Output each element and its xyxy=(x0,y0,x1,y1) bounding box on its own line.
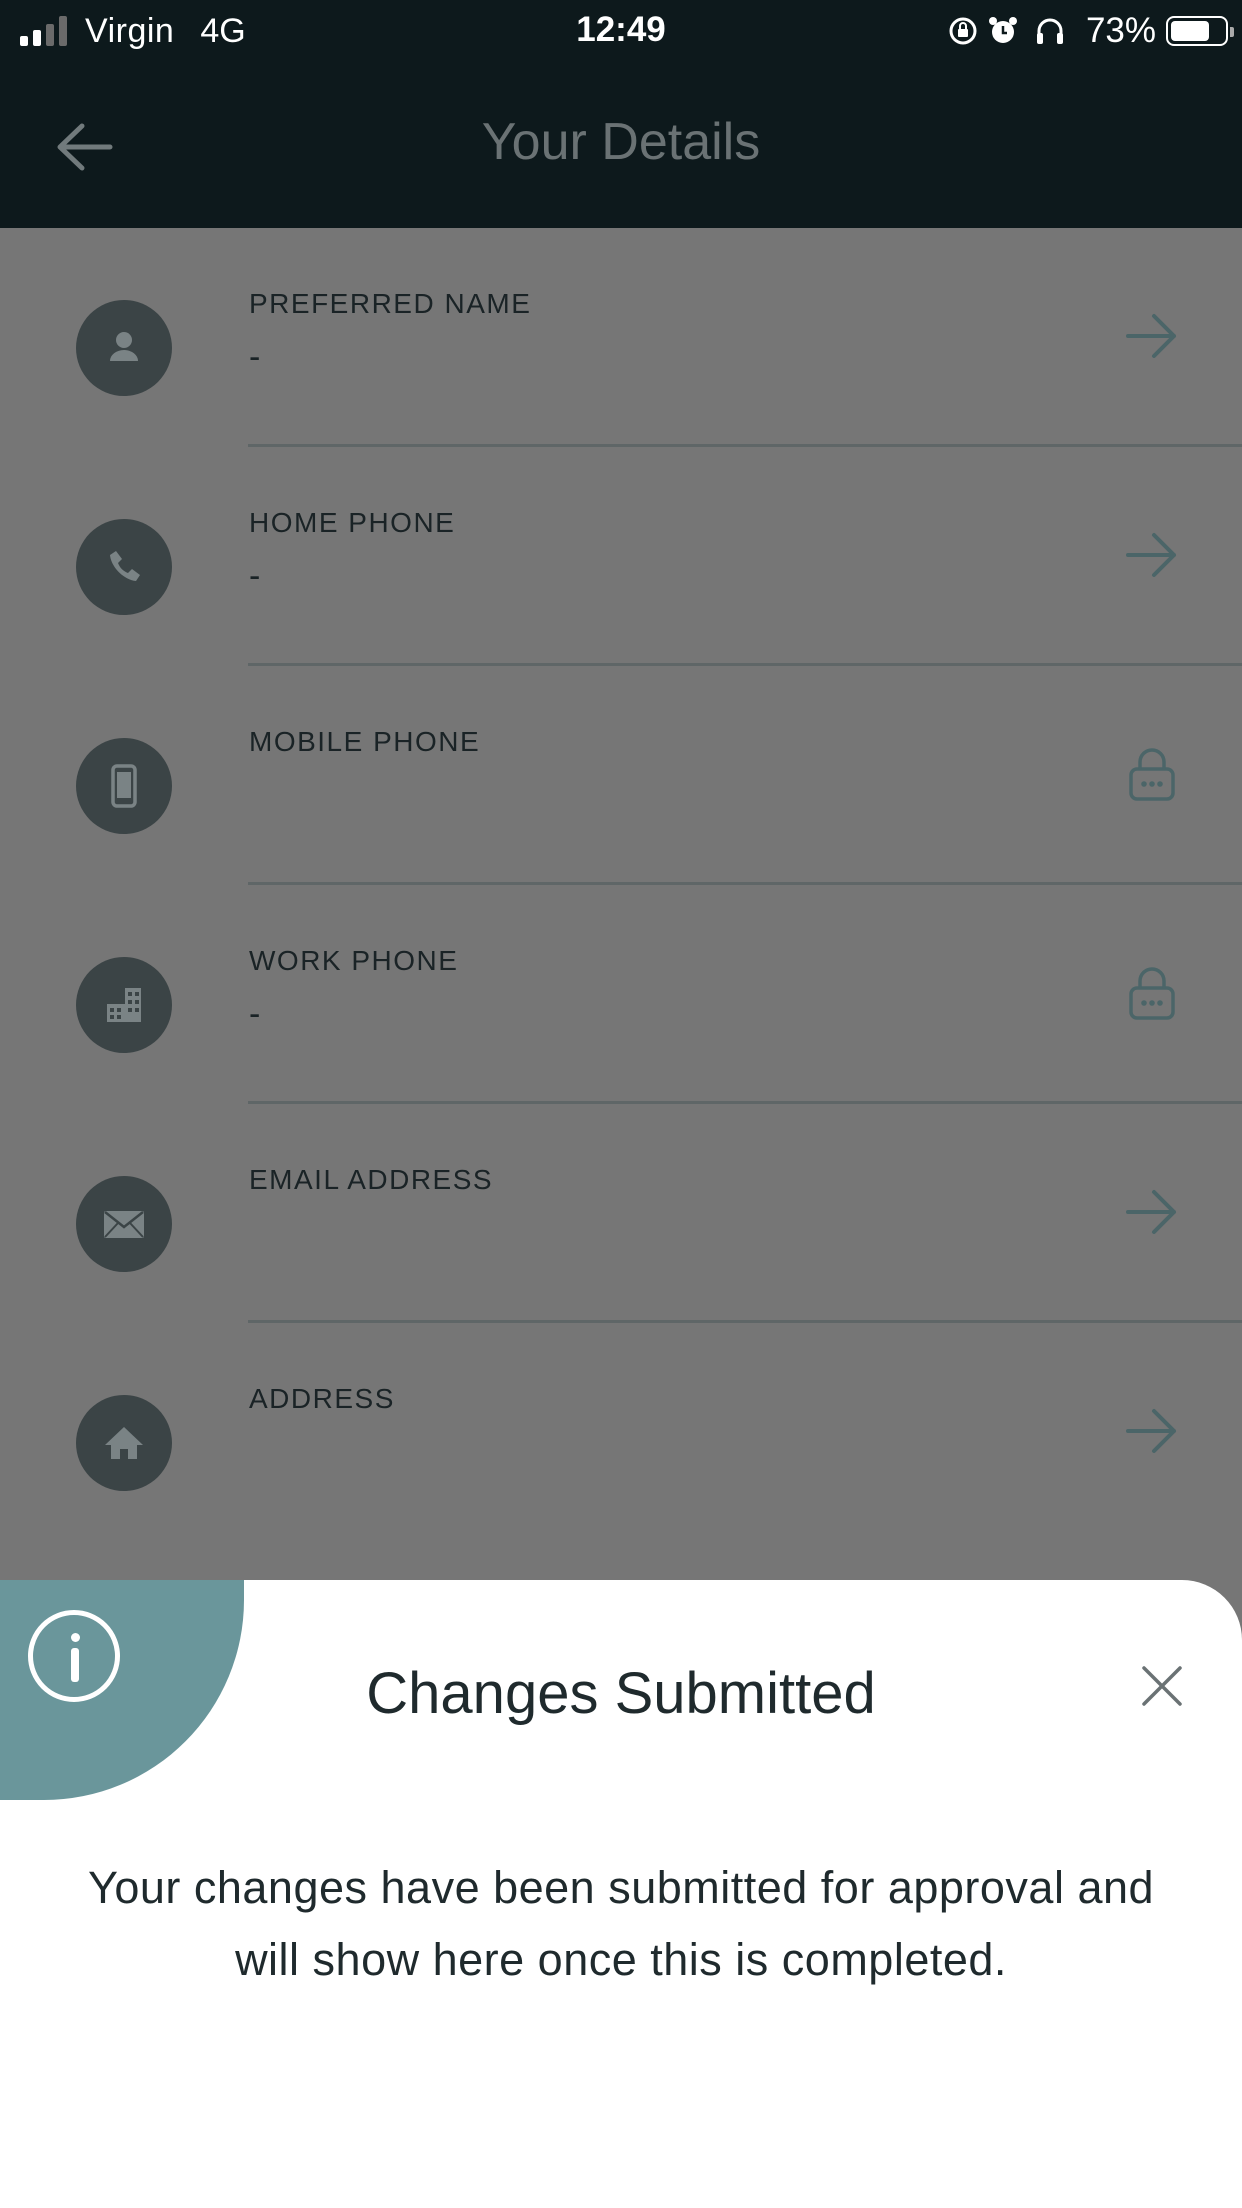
status-right: 73% xyxy=(948,10,1234,52)
row-value: - xyxy=(249,557,261,595)
detail-row-home-phone[interactable]: HOME PHONE - xyxy=(0,447,1242,666)
row-label: MOBILE PHONE xyxy=(249,726,481,757)
alarm-icon xyxy=(988,17,1017,43)
nav-bar: Your Details xyxy=(0,62,1242,228)
person-icon xyxy=(76,300,172,396)
close-icon[interactable] xyxy=(1138,1662,1186,1710)
mail-icon xyxy=(76,1176,172,1272)
battery-percent: 73% xyxy=(1085,11,1156,50)
row-label: ADDRESS xyxy=(249,1383,395,1414)
building-icon xyxy=(76,957,172,1053)
row-label: EMAIL ADDRESS xyxy=(249,1164,494,1195)
lock-icon xyxy=(1129,967,1175,1020)
arrow-right-icon[interactable] xyxy=(1122,1182,1182,1242)
detail-row-email-address[interactable]: EMAIL ADDRESS xyxy=(0,1104,1242,1323)
detail-row-mobile-phone[interactable]: MOBILE PHONE xyxy=(0,666,1242,885)
sheet-message: Your changes have been submitted for app… xyxy=(87,1862,1155,1985)
headphones-icon xyxy=(1036,18,1063,44)
rotation-lock-icon xyxy=(949,17,977,45)
arrow-right-icon[interactable] xyxy=(1122,525,1182,585)
row-label: PREFERRED NAME xyxy=(249,288,532,319)
mobile-icon xyxy=(76,738,172,834)
page-title: Your Details xyxy=(481,113,761,171)
detail-row-preferred-name[interactable]: PREFERRED NAME - xyxy=(0,228,1242,447)
row-label: WORK PHONE xyxy=(249,945,459,976)
detail-row-work-phone[interactable]: WORK PHONE - xyxy=(0,885,1242,1104)
arrow-right-icon[interactable] xyxy=(1122,306,1182,366)
home-icon xyxy=(76,1395,172,1491)
row-value: - xyxy=(249,995,261,1033)
row-label: HOME PHONE xyxy=(249,507,456,538)
lock-icon xyxy=(1129,748,1175,801)
sheet-title: Changes Submitted xyxy=(366,1661,876,1726)
phone-icon xyxy=(76,519,172,615)
detail-row-address[interactable]: ADDRESS xyxy=(0,1323,1242,1542)
row-value: - xyxy=(249,338,261,376)
status-bar: Virgin 4G 12:49 73% xyxy=(0,0,1242,62)
arrow-right-icon[interactable] xyxy=(1122,1401,1182,1461)
changes-submitted-sheet: Changes Submitted Your changes have been… xyxy=(0,1580,1242,2208)
details-list: PREFERRED NAME - HOME PHONE - MOBILE PHO… xyxy=(0,228,1242,1542)
battery-icon xyxy=(1166,16,1234,46)
